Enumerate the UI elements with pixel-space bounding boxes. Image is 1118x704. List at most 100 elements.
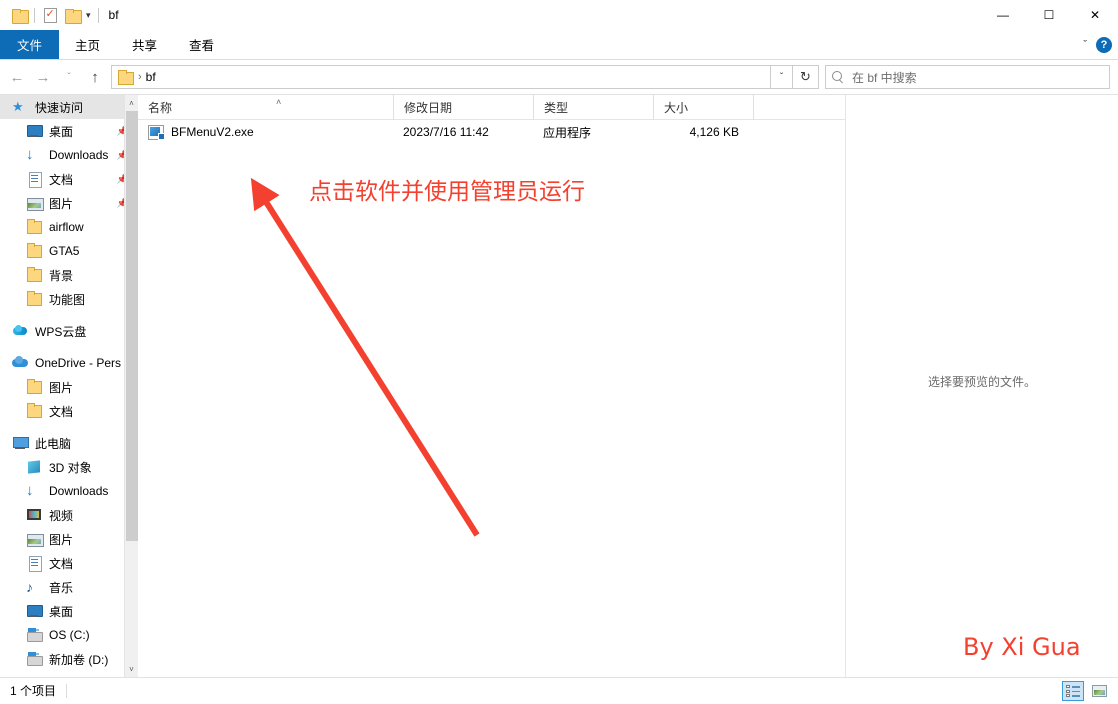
sidebar-item-label: 图片 — [49, 532, 74, 547]
window-title: bf — [108, 8, 119, 22]
sidebar-item-3[interactable]: 文档 📌 — [0, 167, 138, 191]
sidebar-item-17[interactable]: 图片 — [0, 527, 138, 551]
close-button[interactable]: ✕ — [1072, 0, 1118, 30]
sidebar-item-label: 图片 — [49, 380, 74, 395]
3d-objects-icon — [26, 459, 43, 475]
preview-pane: 选择要预览的文件。 — [845, 95, 1118, 677]
sidebar-item-label: 新加卷 (D:) — [49, 652, 109, 667]
music-icon: ♪ — [26, 579, 33, 595]
thumbnails-view-button[interactable] — [1088, 681, 1110, 701]
tab-home[interactable]: 主页 — [59, 30, 116, 59]
details-view-icon — [1066, 685, 1080, 697]
folder-icon — [26, 267, 43, 283]
folder-icon[interactable] — [8, 4, 30, 26]
column-header-2[interactable]: 类型 — [533, 94, 653, 120]
wps-cloud-icon — [12, 323, 29, 339]
file-name-cell[interactable]: BFMenuV2.exe — [138, 120, 393, 144]
item-count-label: 1 个项目 — [10, 684, 57, 698]
column-header-end — [753, 94, 754, 120]
column-headers: 名称 ˄ 修改日期 类型 大小 — [138, 94, 845, 120]
recent-locations-button[interactable]: ˇ — [56, 62, 82, 92]
scrollbar-thumb[interactable] — [126, 111, 138, 541]
sidebar-item-21[interactable]: OS (C:) — [0, 623, 138, 647]
sidebar-item-6[interactable]: GTA5 — [0, 239, 138, 263]
documents-icon — [26, 555, 43, 572]
tab-share[interactable]: 共享 — [116, 30, 173, 59]
sidebar-scrollbar[interactable]: ˄ ˅ — [124, 95, 138, 677]
maximize-button[interactable]: ☐ — [1026, 0, 1072, 30]
drive-icon — [26, 627, 43, 643]
address-input[interactable]: › bf — [111, 65, 771, 89]
sidebar-item-4[interactable]: 图片 📌 — [0, 191, 138, 215]
sidebar-item-label: GTA5 — [49, 244, 80, 258]
table-row[interactable]: BFMenuV2.exe 2023/7/16 11:42 应用程序 4,126 KB — [138, 120, 845, 144]
search-input[interactable]: 在 bf 中搜索 — [825, 65, 1110, 89]
sidebar-item-11[interactable]: 图片 — [0, 375, 138, 399]
sidebar-item-label: 视频 — [49, 508, 74, 523]
desktop-icon — [26, 603, 43, 619]
chevron-down-icon[interactable]: ˇ — [1083, 39, 1087, 51]
breadcrumb-separator: › — [138, 71, 142, 83]
column-header-3[interactable]: 大小 — [653, 94, 753, 120]
help-icon[interactable]: ? — [1096, 37, 1112, 53]
sidebar-item-1[interactable]: 桌面 📌 — [0, 119, 138, 143]
address-dropdown-button[interactable]: ˇ — [771, 65, 793, 89]
sidebar-item-15[interactable]: ↓ Downloads — [0, 479, 138, 503]
sidebar-item-22[interactable]: 新加卷 (D:) — [0, 647, 138, 671]
sidebar-item-label: 文档 — [49, 404, 74, 419]
tab-file[interactable]: 文件 — [0, 30, 60, 59]
sidebar-item-0[interactable]: ★ 快速访问 — [0, 95, 138, 119]
file-name-label: BFMenuV2.exe — [171, 125, 254, 139]
pictures-icon — [26, 531, 44, 547]
sidebar-item-9[interactable]: WPS云盘 — [0, 319, 138, 343]
title-bar: ▾ bf — ☐ ✕ — [0, 0, 1118, 30]
back-button[interactable]: ← — [4, 62, 30, 92]
download-icon: ↓ — [26, 146, 34, 163]
sidebar-item-19[interactable]: ♪ 音乐 — [0, 575, 138, 599]
exe-badge-icon — [158, 133, 165, 140]
sidebar-item-label: 背景 — [49, 268, 74, 283]
videos-icon — [26, 507, 43, 523]
customize-toolbar-button[interactable]: ▾ — [83, 10, 94, 21]
folder-icon — [26, 243, 43, 259]
sidebar-item-20[interactable]: 桌面 — [0, 599, 138, 623]
sidebar-item-12[interactable]: 文档 — [0, 399, 138, 423]
sort-ascending-icon: ˄ — [276, 96, 282, 107]
folder-icon — [26, 379, 43, 395]
column-header-1[interactable]: 修改日期 — [393, 94, 533, 120]
scroll-down-icon[interactable]: ˅ — [125, 661, 138, 677]
scroll-up-icon[interactable]: ˄ — [125, 95, 138, 111]
window-controls: — ☐ ✕ — [980, 0, 1118, 30]
sidebar-item-label: Downloads — [49, 148, 109, 162]
annotation-instruction: 点击软件并使用管理员运行 — [309, 179, 585, 205]
up-button[interactable]: ↑ — [82, 62, 108, 92]
sidebar-item-label: 桌面 — [49, 124, 74, 139]
sidebar-item-label: OS (C:) — [49, 628, 90, 642]
minimize-button[interactable]: — — [980, 0, 1026, 30]
sidebar-item-5[interactable]: airflow — [0, 215, 138, 239]
folder-icon — [26, 403, 43, 419]
details-view-button[interactable] — [1062, 681, 1084, 701]
column-header-label: 大小 — [664, 100, 689, 115]
file-explorer-window: ▾ bf — ☐ ✕ 文件 主页 共享 查看 ˇ ? ← → ˇ ↑ › bf … — [0, 0, 1118, 703]
tab-view[interactable]: 查看 — [173, 30, 230, 59]
sidebar-item-13[interactable]: 此电脑 — [0, 431, 138, 455]
sidebar-item-16[interactable]: 视频 — [0, 503, 138, 527]
new-folder-icon[interactable] — [61, 4, 83, 26]
properties-icon[interactable] — [39, 4, 61, 26]
sidebar-item-7[interactable]: 背景 — [0, 263, 138, 287]
address-bar-row: ← → ˇ ↑ › bf ˇ ↻ 在 bf 中搜索 — [0, 60, 1118, 94]
sidebar-item-14[interactable]: 3D 对象 — [0, 455, 138, 479]
sidebar-item-18[interactable]: 文档 — [0, 551, 138, 575]
refresh-icon[interactable]: ↻ — [793, 65, 819, 89]
sidebar-item-2[interactable]: ↓ Downloads 📌 — [0, 143, 138, 167]
sidebar-item-8[interactable]: 功能图 — [0, 287, 138, 311]
sidebar-item-10[interactable]: OneDrive - Pers — [0, 351, 138, 375]
forward-button[interactable]: → — [30, 62, 56, 92]
search-placeholder: 在 bf 中搜索 — [852, 70, 917, 85]
column-header-0[interactable]: 名称 ˄ — [138, 95, 393, 120]
sidebar-list: ★ 快速访问 桌面 📌 ↓ Downloads 📌 文档 📌 图片 📌 airflow GTA5 背景 功能… — [0, 95, 138, 671]
breadcrumb-current[interactable]: bf — [146, 70, 156, 84]
